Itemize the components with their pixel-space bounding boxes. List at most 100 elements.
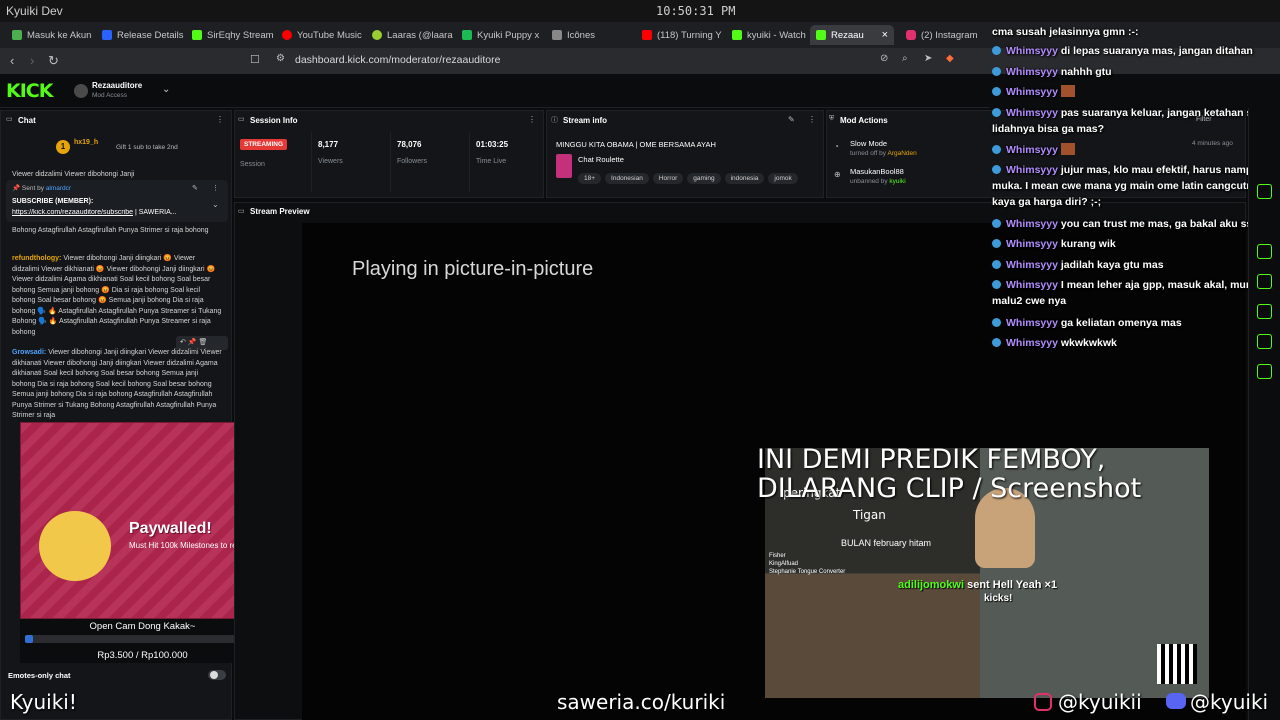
badge-icon [992, 280, 1001, 289]
bookmark-icon[interactable]: ☐ [250, 53, 260, 66]
overlay-chat-row: Whimsyyy [992, 142, 1280, 158]
overlay-chat-row: Whimsyyy kurang wik [992, 236, 1280, 252]
tab-7[interactable]: Icônes [546, 25, 634, 45]
kick-header [0, 74, 990, 108]
chat-title: Chat [18, 116, 36, 125]
window-title: Kyuiki Dev [6, 4, 63, 18]
tab-1[interactable]: Masuk ke Akun [6, 25, 94, 45]
reload-icon[interactable]: ↻ [48, 53, 59, 69]
mod-action-user[interactable]: ArgaNden [887, 150, 916, 157]
footer-saweria: saweria.co/kuriki [557, 690, 726, 714]
pinned-sender[interactable]: almardcr [46, 185, 71, 192]
divider [469, 132, 470, 192]
send-icon[interactable]: ➤ [924, 53, 932, 64]
goal-progress-track [25, 635, 260, 643]
overlay-chat-row: Whimsyyy jujur mas, klo mau efektif, har… [992, 164, 1274, 208]
site-info-icon[interactable]: ⚙ [276, 53, 285, 64]
streaming-badge: STREAMING [240, 139, 287, 150]
edit-icon[interactable]: ✎ [788, 115, 795, 124]
search-icon[interactable]: ⌕ [902, 53, 908, 64]
goal-title: Open Cam Dong Kakak~ [89, 621, 196, 632]
tab-favicon-icon [462, 30, 472, 40]
url-input[interactable]: dashboard.kick.com/moderator/rezaauditor… [295, 54, 500, 66]
badge-icon [992, 67, 1001, 76]
tab-favicon-icon [102, 30, 112, 40]
avatar [74, 84, 88, 98]
footer-instagram: @kyuikii [1058, 690, 1142, 714]
emotes-only-row: Emotes-only chat [6, 668, 228, 684]
emotes-only-toggle[interactable] [208, 670, 226, 680]
overlay-chat-row: Whimsyyy you can trust me mas, ga bakal … [992, 216, 1280, 232]
rail-icon-1[interactable] [1257, 184, 1272, 199]
rail-icon-6[interactable] [1257, 364, 1272, 379]
tab-5[interactable]: Laaras (@laara [366, 25, 454, 45]
discord-icon [1166, 693, 1186, 709]
tab-6[interactable]: Kyuiki Puppy x [456, 25, 544, 45]
category-name[interactable]: Chat Roulette [578, 155, 624, 164]
more-icon[interactable]: ⋮ [528, 115, 536, 124]
mod-action-prefix: turned off by [850, 150, 887, 157]
rail-icon-4[interactable] [1257, 304, 1272, 319]
overlay-chat-row: Whimsyyy I mean leher aja gpp, masuk aka… [992, 279, 1274, 307]
tab-favicon-icon [12, 30, 22, 40]
instagram-icon [906, 30, 916, 40]
badge-icon [992, 318, 1001, 327]
overlay-chat-row: Whimsyyy pas suaranya keluar, jangan ket… [992, 107, 1274, 135]
tab-9[interactable]: kyuiki - Watch [726, 25, 806, 45]
unpin-icon[interactable]: ✎ [192, 184, 198, 192]
chat-message-text: Viewer dibohongi Janji diingkari Viewer … [12, 349, 222, 419]
brave-shield-icon[interactable]: ◆ [946, 53, 954, 64]
back-icon[interactable]: ‹ [10, 53, 14, 68]
rail-icon-5[interactable] [1257, 334, 1272, 349]
tab-3[interactable]: SirEqhy Stream [186, 25, 274, 45]
chat-username[interactable]: refundthology: [12, 255, 61, 262]
paywall-title: Paywalled! [129, 520, 212, 537]
more-icon[interactable]: ⋮ [212, 184, 219, 192]
rail-icon-2[interactable] [1257, 244, 1272, 259]
month-label: BULAN february hitam [841, 538, 932, 548]
channel-name: Rezaauditore [92, 81, 143, 90]
tab-2[interactable]: Release Details [96, 25, 184, 45]
tab-4[interactable]: YouTube Music [276, 25, 364, 45]
mod-action-user[interactable]: kyuiki [889, 178, 905, 185]
tab-favicon-icon [372, 30, 382, 40]
leaderboard-list: Fisher KingAlfuad Stephanie Tongue Conve… [769, 553, 846, 575]
badge-icon [992, 165, 1001, 174]
pip-icon[interactable]: ⊘ [880, 53, 888, 64]
paywall-widget: Paywalled! Must Hit 100k Milestones to r… [20, 422, 265, 619]
headline-overlay: INI DEMI PREDIK FEMBOY, DILARANG CLIP / … [757, 444, 1142, 504]
goal-amount: Rp3.500 / Rp100.000 [97, 650, 188, 661]
chat-icon: ▭ [6, 116, 13, 123]
more-icon[interactable]: ⋮ [808, 115, 816, 124]
chat-username[interactable]: Growsadi: [12, 349, 46, 356]
tab-active-dashboard[interactable]: Rezaau × [810, 25, 894, 45]
overlay-chat-row: Whimsyyy jadilah kaya gtu mas [992, 257, 1280, 273]
more-icon[interactable]: ⋮ [216, 115, 224, 124]
kick-favicon-icon [192, 30, 202, 40]
time-live-stat: 01:03:25 Time Live [476, 140, 509, 165]
chevron-down-icon[interactable]: ⌄ [162, 84, 170, 95]
forward-icon[interactable]: › [30, 53, 34, 68]
pinned-link[interactable]: https://kick.com/rezaauditore/subscribe [12, 209, 133, 216]
kick-alert: adilijomokwi sent Hell Yeah ×1 [898, 579, 1058, 591]
tag: jomok [768, 173, 798, 184]
chevron-down-icon[interactable]: ⌄ [212, 200, 219, 209]
rail-icon-3[interactable] [1257, 274, 1272, 289]
kick-logo[interactable]: KICK [6, 80, 53, 102]
chat-message-2: refundthology: Viewer dibohongi Janji di… [12, 254, 222, 338]
mod-action-title: Slow Mode [850, 139, 888, 148]
viewers-stat: 8,177 Viewers [318, 140, 343, 165]
footer-name: Kyuiki! [10, 690, 77, 714]
tag: Indonesian [605, 173, 649, 184]
shield-icon: ⛨ [829, 115, 835, 122]
gift-user: hx19_h [74, 139, 99, 146]
tab-favicon-icon [552, 30, 562, 40]
badge-icon [992, 46, 1001, 55]
close-tab-icon[interactable]: × [882, 29, 888, 41]
preview-icon: ▭ [238, 208, 245, 215]
tab-8[interactable]: (118) Turning Y [636, 25, 724, 45]
tab-10[interactable]: (2) Instagram [900, 25, 988, 45]
emote-icon [1060, 85, 1075, 97]
category-thumbnail [556, 154, 572, 178]
overlay-chat-row: Whimsyyy ga keliatan omenya mas [992, 315, 1280, 331]
